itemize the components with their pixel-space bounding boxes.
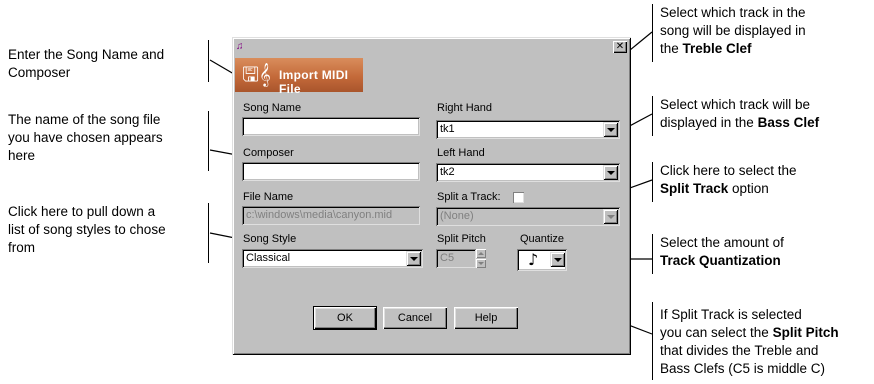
- import-midi-dialog: ♫ ✕ 🖫𝄞 Import MIDI File Song Name Compos…: [232, 37, 631, 355]
- ok-button[interactable]: OK: [313, 306, 377, 330]
- right-hand-dropdown[interactable]: tk1: [436, 120, 620, 139]
- annotation-bar: [652, 234, 653, 274]
- composer-label: Composer: [243, 147, 294, 159]
- annotation-bar: [652, 4, 653, 62]
- close-button[interactable]: ✕: [613, 41, 627, 53]
- annotation-bass-clef: Select which track will be displayed in …: [660, 97, 820, 130]
- annotation-split-track: Click here to select the Split Track opt…: [660, 163, 797, 196]
- eighth-note-icon: ♪: [528, 250, 539, 269]
- split-pitch-field: C5: [436, 249, 476, 268]
- dialog-title: Import MIDI File: [279, 68, 349, 96]
- chevron-down-icon[interactable]: [603, 165, 618, 180]
- annotation-bar: [652, 96, 653, 136]
- annotation-split-pitch: If Split Track is selected you can selec…: [660, 307, 839, 376]
- spin-up-icon: [476, 249, 486, 258]
- song-style-dropdown[interactable]: Classical: [242, 249, 423, 268]
- dialog-banner: 🖫𝄞 Import MIDI File: [235, 58, 363, 96]
- floppy-disk-icon: 🖫𝄞: [242, 62, 271, 86]
- song-name-input[interactable]: [242, 117, 420, 136]
- file-name-field: c:\windows\media\canyon.mid: [242, 206, 420, 225]
- split-track-dropdown: (None): [436, 207, 620, 226]
- chevron-down-icon[interactable]: [603, 122, 618, 137]
- spin-down-icon: [476, 259, 486, 268]
- left-hand-label: Left Hand: [437, 147, 485, 159]
- annotation-song-name: Enter the Song Name and Composer: [8, 47, 165, 80]
- annotation-quantize: Select the amount of Track Quantization: [660, 235, 784, 268]
- annotation-bar: [208, 40, 209, 82]
- quantize-dropdown[interactable]: ♪: [517, 249, 567, 271]
- composer-input[interactable]: [242, 162, 420, 181]
- split-pitch-spinner: [476, 249, 486, 268]
- help-button[interactable]: Help: [454, 307, 518, 329]
- quantize-label: Quantize: [520, 233, 565, 245]
- app-icon[interactable]: ♫: [236, 41, 248, 53]
- split-pitch-label: Split Pitch: [437, 233, 486, 245]
- chevron-down-icon[interactable]: [406, 251, 421, 266]
- annotation-treble-clef: Select which track in the song will be d…: [660, 5, 806, 56]
- title-bar: ♫ ✕: [235, 40, 628, 56]
- annotation-song-style: Click here to pull down a list of song s…: [8, 204, 166, 255]
- file-name-label: File Name: [243, 191, 294, 203]
- annotation-bar: [652, 162, 653, 202]
- song-name-label: Song Name: [243, 102, 302, 114]
- split-track-label: Split a Track:: [437, 191, 501, 203]
- cancel-button[interactable]: Cancel: [383, 307, 447, 329]
- split-track-checkbox[interactable]: [513, 192, 524, 203]
- left-hand-dropdown[interactable]: tk2: [436, 163, 620, 182]
- annotation-bar: [652, 302, 653, 380]
- right-hand-label: Right Hand: [437, 102, 493, 114]
- song-style-label: Song Style: [243, 233, 297, 245]
- chevron-down-icon[interactable]: [550, 252, 565, 267]
- annotation-file-name: The name of the song file you have chose…: [8, 112, 163, 163]
- chevron-down-icon: [603, 209, 618, 224]
- annotation-bar: [208, 111, 209, 171]
- annotation-bar: [208, 203, 209, 263]
